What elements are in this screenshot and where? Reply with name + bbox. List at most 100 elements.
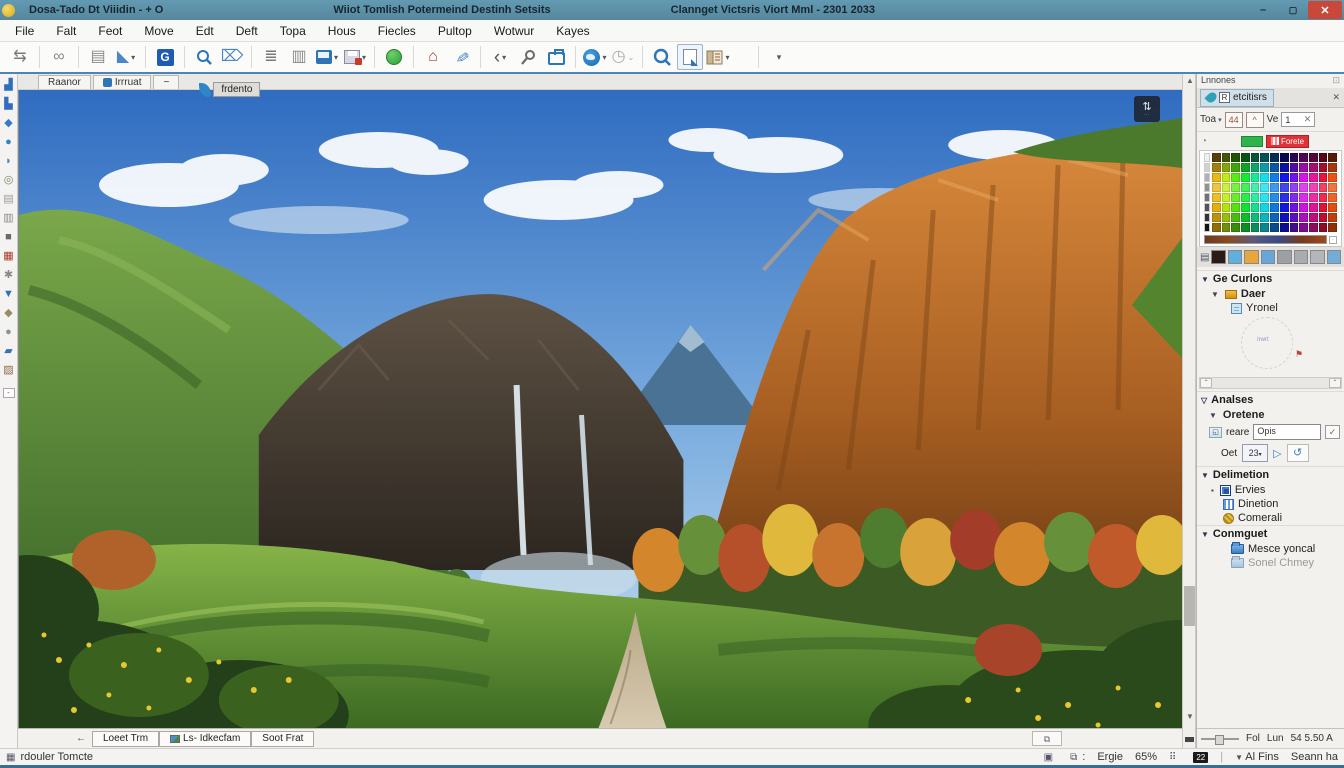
tool-icon-15[interactable]: ▰ [2, 344, 16, 358]
palette-cell[interactable] [1280, 223, 1289, 232]
palette-cell[interactable] [1212, 163, 1221, 172]
window-mini-icon[interactable]: ▣ [1044, 752, 1053, 763]
tool-icon-7[interactable]: ▤ [2, 192, 16, 206]
tool-icon-13[interactable]: ◆ [2, 306, 16, 320]
palette-cell[interactable] [1241, 193, 1250, 202]
scale-value[interactable]: 54 5.50 A [1291, 733, 1333, 744]
magnifier-icon[interactable] [191, 44, 217, 70]
palette-cell[interactable] [1309, 193, 1318, 202]
section-ge-curlons[interactable]: ▼Ge Curlons [1197, 270, 1344, 287]
binoculars-icon[interactable]: ∞ [46, 44, 72, 70]
menu-item-topa[interactable]: Topa [269, 22, 317, 40]
menu-item-move[interactable]: Move [133, 22, 184, 40]
grayscale-cell[interactable] [1204, 163, 1210, 172]
palette-cell[interactable] [1222, 213, 1231, 222]
palette-cell[interactable] [1251, 173, 1260, 182]
menu-item-feot[interactable]: Feot [87, 22, 133, 40]
minimize-button[interactable]: – [1248, 2, 1278, 18]
doc-tab-2[interactable]: Irrruat [93, 75, 152, 89]
palette-cell[interactable] [1299, 203, 1308, 212]
canvas-image[interactable]: ⇅··· [18, 90, 1182, 728]
palette-cell[interactable] [1270, 223, 1279, 232]
maximize-button[interactable]: ▢ [1278, 2, 1308, 18]
palette-cell[interactable] [1251, 223, 1260, 232]
palette-cell[interactable] [1241, 213, 1250, 222]
table-icon[interactable]: ▾ [705, 44, 731, 70]
palette-cell[interactable] [1280, 183, 1289, 192]
palette-cell[interactable] [1280, 203, 1289, 212]
palette-cell[interactable] [1212, 183, 1221, 192]
tree-item-comerali[interactable]: Comerali [1197, 511, 1344, 525]
palette-cell[interactable] [1280, 173, 1289, 182]
scrollbar-thumb[interactable] [1184, 586, 1195, 626]
grayscale-cell[interactable] [1204, 203, 1210, 212]
gradient-more-icon[interactable]: · [1329, 236, 1337, 244]
palette-cell[interactable] [1251, 163, 1260, 172]
tool-icon-3[interactable]: ◆ [2, 116, 16, 130]
recent-swatch-5[interactable] [1277, 250, 1291, 264]
refresh-icon[interactable]: ↺ [1287, 444, 1309, 462]
palette-cell[interactable] [1231, 173, 1240, 182]
blade-icon[interactable]: ◣▾ [113, 44, 139, 70]
palette-cell[interactable] [1270, 173, 1279, 182]
palette-cell[interactable] [1231, 193, 1240, 202]
reare-input[interactable]: Opis [1253, 424, 1321, 440]
palette-cell[interactable] [1309, 173, 1318, 182]
palette-cell[interactable] [1309, 213, 1318, 222]
menu-item-wotwur[interactable]: Wotwur [483, 22, 545, 40]
recent-swatch-2[interactable] [1228, 250, 1242, 264]
menu-item-falt[interactable]: Falt [45, 22, 87, 40]
palette-cell[interactable] [1290, 153, 1299, 162]
tree-item-mesce[interactable]: Mesce yoncal [1197, 542, 1344, 556]
page-icon[interactable] [677, 44, 703, 70]
palette-cell[interactable] [1299, 213, 1308, 222]
palette-cell[interactable] [1328, 193, 1337, 202]
oet-value-button[interactable]: 23▾ [1242, 444, 1268, 462]
palette-cell[interactable] [1251, 203, 1260, 212]
canvas-overlay-badge[interactable]: ⇅··· [1134, 96, 1160, 122]
scroll-up-icon[interactable]: ▲ [1183, 74, 1197, 88]
palette-cell[interactable] [1231, 203, 1240, 212]
letter-g-icon[interactable]: G [152, 44, 178, 70]
palette-cell[interactable] [1309, 183, 1318, 192]
checkbox-icon[interactable]: ✓ [1325, 425, 1340, 439]
palette-cell[interactable] [1270, 153, 1279, 162]
globe-icon[interactable]: ▾ [582, 44, 608, 70]
palette-cell[interactable] [1290, 203, 1299, 212]
green-color-chip[interactable] [1241, 136, 1263, 147]
play-icon[interactable]: ▷ [1273, 447, 1281, 460]
key-icon[interactable] [515, 44, 541, 70]
clear-icon[interactable]: ✕ [1304, 114, 1312, 125]
palette-cell[interactable] [1299, 163, 1308, 172]
grayscale-cell[interactable] [1204, 153, 1210, 162]
tool-icon-2[interactable]: ▙ [2, 97, 16, 111]
menu-item-edt[interactable]: Edt [185, 22, 225, 40]
eraser-icon[interactable]: ⌦ [219, 44, 245, 70]
fol-label[interactable]: Fol [1246, 733, 1260, 744]
section-analses[interactable]: ▽Analses [1197, 391, 1344, 408]
chart-icon[interactable]: ▥ [286, 44, 312, 70]
tool-icon-6[interactable]: ◎ [2, 173, 16, 187]
recent-swatch-7[interactable] [1310, 250, 1324, 264]
palette-cell[interactable] [1260, 163, 1269, 172]
tool-collapse-button[interactable]: - [3, 388, 15, 398]
recent-swatch-8[interactable] [1327, 250, 1341, 264]
palette-cell[interactable] [1251, 183, 1260, 192]
search-icon[interactable] [649, 44, 675, 70]
palette-cell[interactable] [1260, 153, 1269, 162]
palette-cell[interactable] [1212, 153, 1221, 162]
palette-cell[interactable] [1328, 163, 1337, 172]
sheet-tab-2[interactable]: Ls- Idkecfam [159, 731, 251, 747]
tool-icon-5[interactable]: ◗ [2, 154, 16, 168]
palette-cell[interactable] [1222, 223, 1231, 232]
palette-cell[interactable] [1270, 193, 1279, 202]
palette-cell[interactable] [1241, 203, 1250, 212]
swap-arrows-icon[interactable]: ⇆ [7, 44, 33, 70]
palette-cell[interactable] [1241, 153, 1250, 162]
palette-cell[interactable] [1241, 183, 1250, 192]
tool-icon-14[interactable]: ● [2, 325, 16, 339]
palette-cell[interactable] [1212, 193, 1221, 202]
palette-cell[interactable] [1319, 193, 1328, 202]
recent-swatch-4[interactable] [1261, 250, 1275, 264]
palette-cell[interactable] [1241, 223, 1250, 232]
